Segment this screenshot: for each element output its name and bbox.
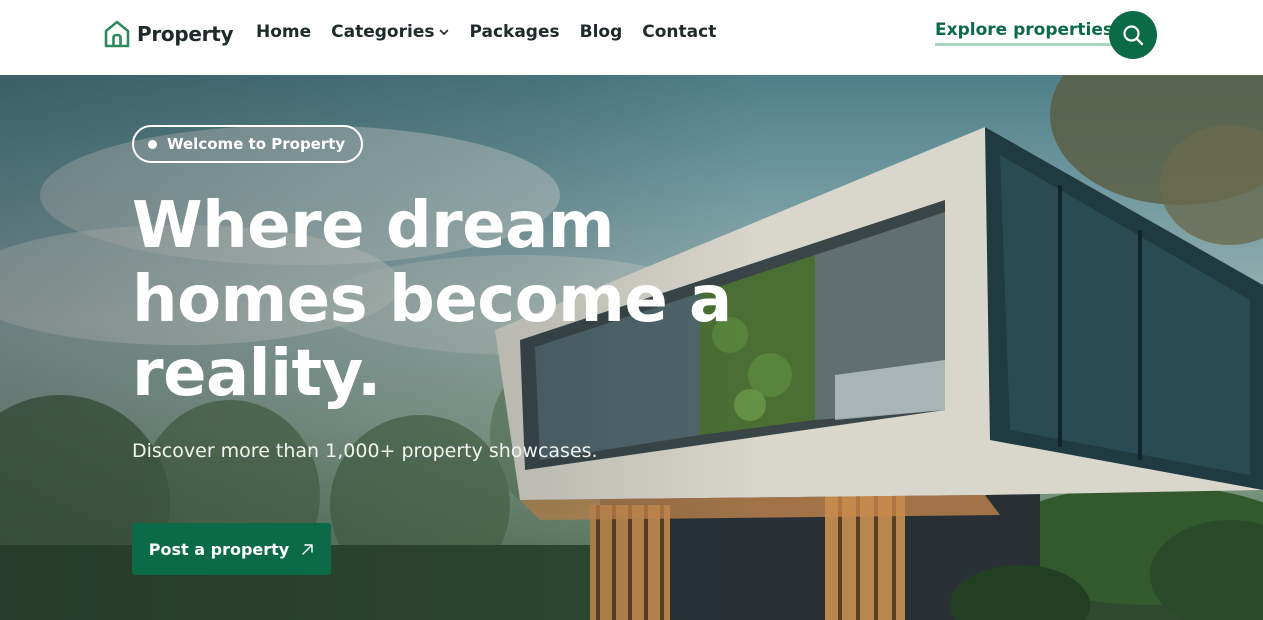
hero-headline: Where dream homes become a reality. <box>132 189 732 411</box>
brand-logo[interactable]: Property <box>103 19 234 49</box>
brand-name: Property <box>137 22 234 46</box>
nav-blog[interactable]: Blog <box>580 22 623 42</box>
arrow-up-right-icon <box>302 543 313 555</box>
nav-packages[interactable]: Packages <box>469 22 559 42</box>
main-nav: Home Categories Packages Blog Contact <box>256 22 716 42</box>
chevron-down-icon <box>440 29 449 35</box>
house-icon <box>104 20 130 48</box>
search-icon <box>1123 25 1144 46</box>
welcome-badge-text: Welcome to Property <box>167 135 346 153</box>
nav-contact[interactable]: Contact <box>642 22 716 42</box>
hero-section: Welcome to Property Where dream homes be… <box>0 75 1263 620</box>
nav-home[interactable]: Home <box>256 22 311 42</box>
hero-subtext: Discover more than 1,000+ property showc… <box>132 440 598 462</box>
dot-icon <box>148 139 157 149</box>
search-button[interactable] <box>1109 11 1157 59</box>
explore-properties-link[interactable]: Explore properties <box>935 20 1114 46</box>
welcome-badge: Welcome to Property <box>132 125 364 163</box>
post-property-button[interactable]: Post a property <box>132 523 331 575</box>
site-header: Property Home Categories Packages Blog C… <box>0 0 1263 75</box>
nav-categories[interactable]: Categories <box>331 22 449 42</box>
post-property-label: Post a property <box>148 539 290 559</box>
nav-categories-label: Categories <box>331 22 435 42</box>
